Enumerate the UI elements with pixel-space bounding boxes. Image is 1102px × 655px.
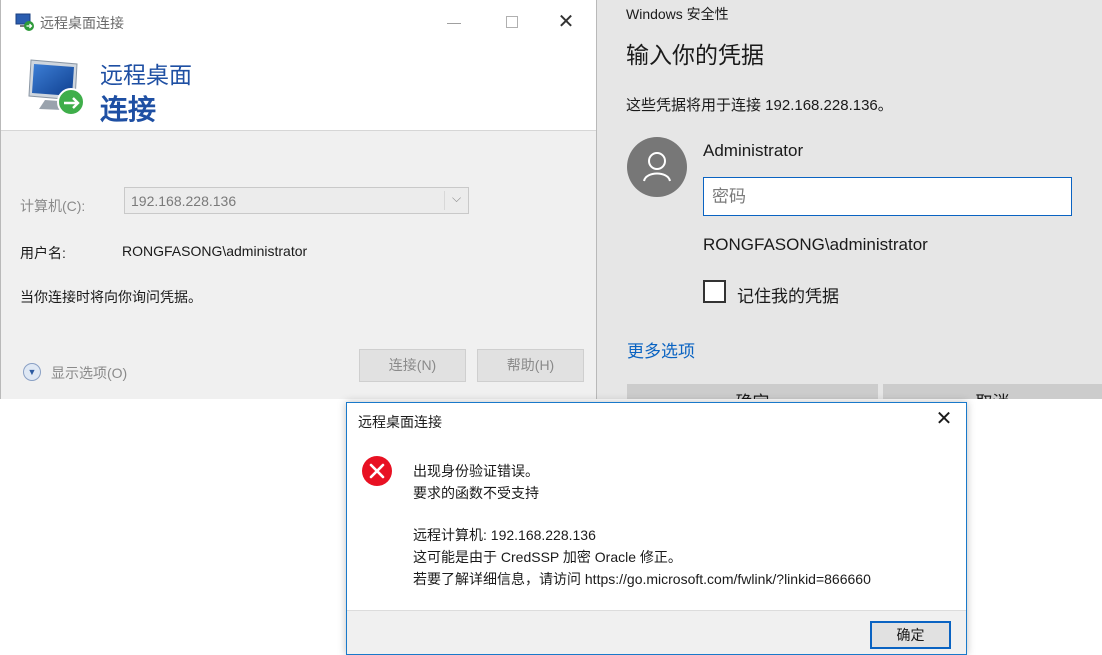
username-label: 用户名: (20, 245, 66, 261)
rdc-window: 远程桌面连接 — ✕ 远程桌面 连接 计算机(C): 192.168.228.1… (0, 0, 597, 399)
security-header: Windows 安全性 (626, 6, 729, 22)
banner-title-line2: 连接 (100, 94, 157, 125)
credential-prompt-text: 当你连接时将向你询问凭据。 (20, 289, 202, 305)
domain-username: RONGFASONG\administrator (703, 235, 928, 254)
maximize-button[interactable] (500, 10, 524, 34)
remote-desktop-monitor-icon (28, 59, 85, 116)
help-button[interactable]: 帮助(H) (477, 349, 584, 382)
maximize-icon (506, 15, 518, 28)
user-avatar-icon (643, 152, 671, 182)
remember-credentials-checkbox[interactable] (703, 280, 726, 303)
account-username: Administrator (703, 141, 804, 160)
window-title: 远程桌面连接 (40, 15, 124, 31)
error-reason: 要求的函数不受支持 (413, 485, 539, 501)
computer-label: 计算机(C): (20, 198, 86, 214)
select-divider (444, 191, 445, 210)
connect-button[interactable]: 连接(N) (359, 349, 466, 382)
error-headline: 出现身份验证错误。 (413, 463, 539, 479)
computer-select[interactable]: 192.168.228.136 ⌵ (124, 187, 469, 214)
error-icon (362, 456, 392, 486)
ok-button[interactable]: 确定 (870, 621, 951, 649)
error-dialog: 远程桌面连接 ✕ 出现身份验证错误。 要求的函数不受支持 远程计算机: 192.… (346, 402, 967, 655)
rdc-titlebar[interactable]: 远程桌面连接 — ✕ (1, 0, 596, 44)
cancel-button[interactable]: 取消 (883, 384, 1102, 399)
banner-title-line1: 远程桌面 (100, 62, 192, 88)
error-more-info: 若要了解详细信息，请访问 https://go.microsoft.com/fw… (413, 571, 871, 587)
dialog-title: 远程桌面连接 (358, 414, 442, 430)
minimize-button[interactable]: — (442, 10, 466, 34)
password-field[interactable] (703, 177, 1072, 216)
error-cause: 这可能是由于 CredSSP 加密 Oracle 修正。 (413, 549, 682, 565)
remote-desktop-icon (15, 13, 34, 31)
expand-options-icon: ▼ (23, 363, 41, 381)
more-options-link[interactable]: 更多选项 (627, 337, 695, 362)
error-remote-computer: 远程计算机: 192.168.228.136 (413, 527, 596, 543)
avatar (627, 137, 687, 197)
show-options-label: 显示选项(O) (51, 365, 128, 381)
dialog-footer: 确定 (347, 610, 966, 654)
chevron-down-icon[interactable]: ⌵ (452, 191, 461, 206)
security-description: 这些凭据将用于连接 192.168.228.136。 (626, 97, 893, 114)
security-title: 输入你的凭据 (626, 42, 764, 68)
computer-value: 192.168.228.136 (131, 193, 237, 209)
username-value: RONGFASONG\administrator (122, 243, 308, 259)
ok-button[interactable]: 确定 (627, 384, 878, 399)
close-button[interactable]: ✕ (554, 10, 578, 34)
dialog-close-button[interactable]: ✕ (932, 407, 956, 431)
remember-credentials-label[interactable]: 记住我的凭据 (737, 282, 839, 307)
windows-security-dialog: Windows 安全性 输入你的凭据 这些凭据将用于连接 192.168.228… (597, 0, 1102, 399)
rdc-banner: 远程桌面 连接 (1, 44, 596, 131)
